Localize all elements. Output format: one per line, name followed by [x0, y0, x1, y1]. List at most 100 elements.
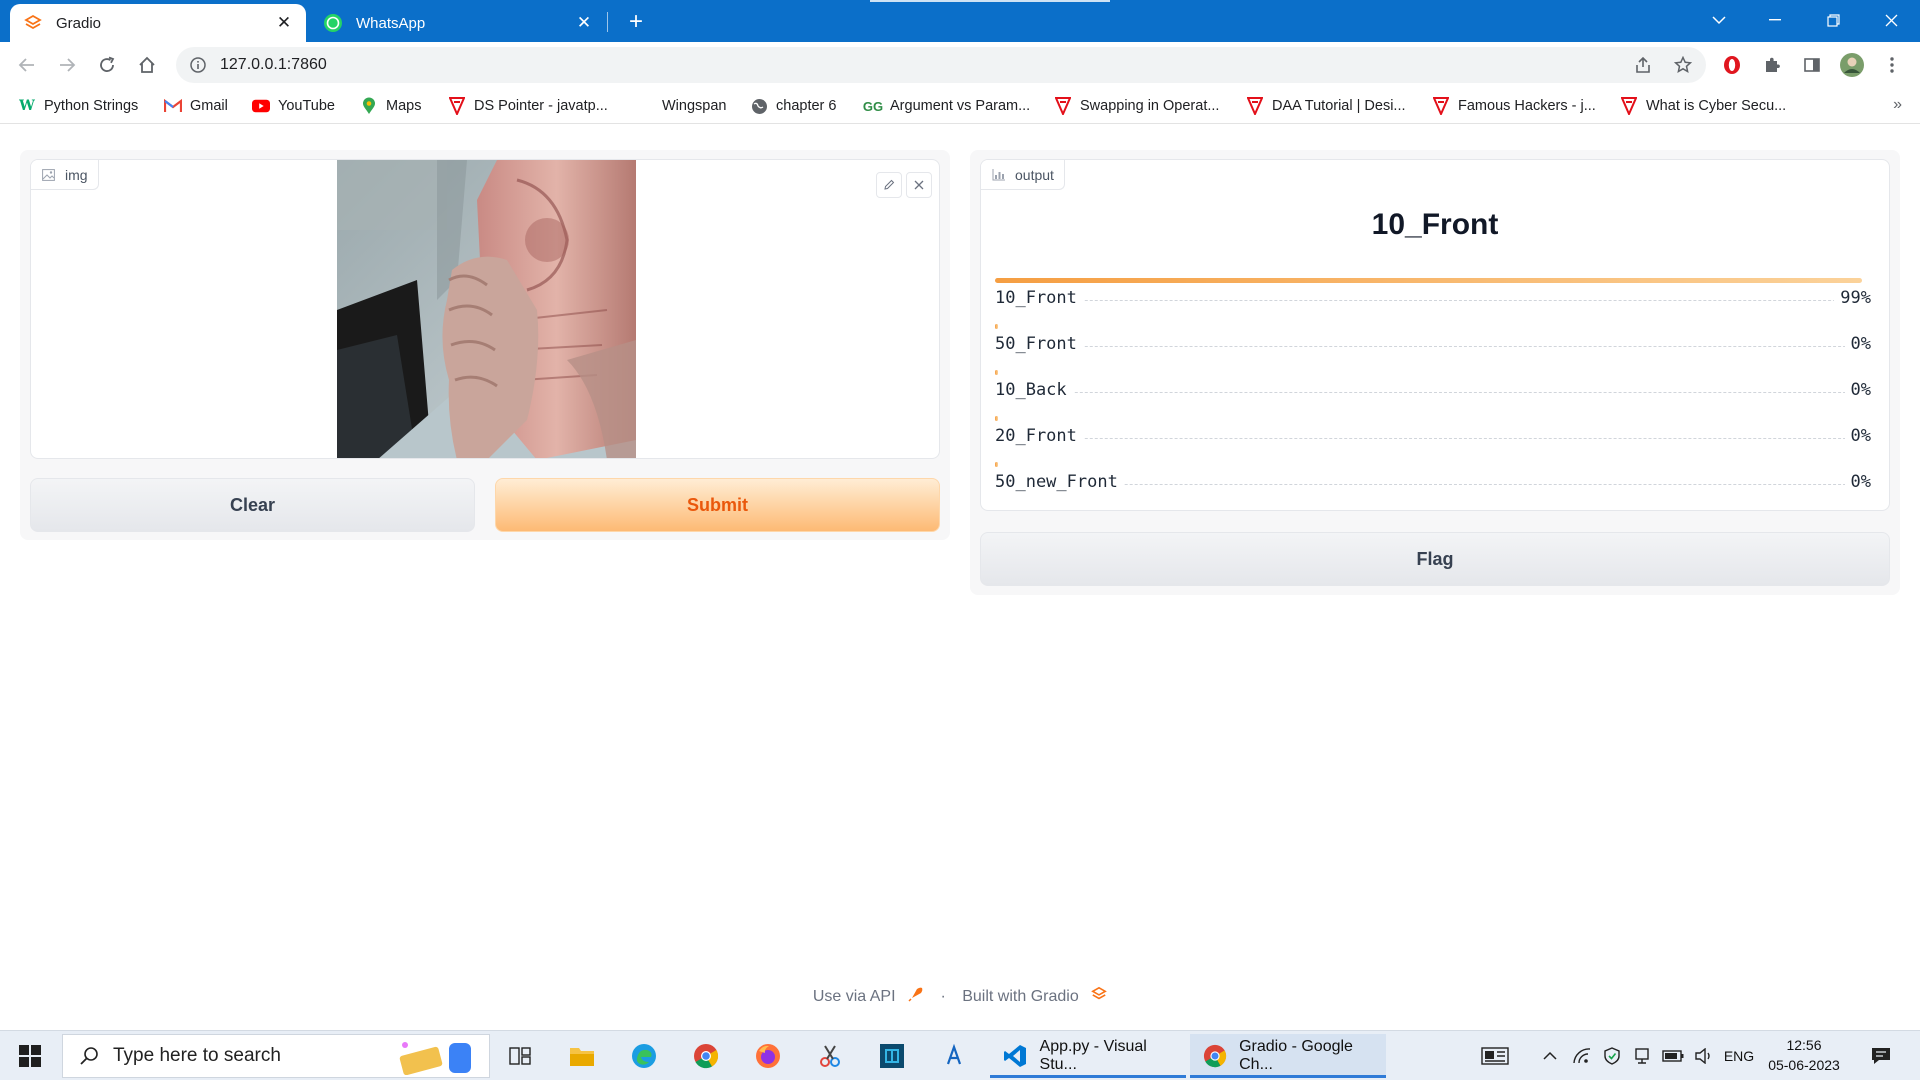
image-icon [41, 168, 55, 182]
address-bar[interactable]: 127.0.0.1:7860 [176, 47, 1706, 83]
taskbar-app-label: Gradio - Google Ch... [1239, 1038, 1353, 1073]
bookmark-ds-pointer[interactable]: DS Pointer - javatp... [448, 94, 608, 118]
bar-chart-icon [991, 168, 1005, 182]
clear-button[interactable]: Clear [30, 478, 475, 532]
file-explorer-icon[interactable] [566, 1040, 598, 1072]
forward-icon[interactable] [52, 50, 82, 80]
taskbar-app-vscode[interactable]: App.py - Visual Stu... [990, 1034, 1186, 1078]
device-icon[interactable] [1630, 1044, 1654, 1068]
clear-image-icon[interactable] [906, 172, 932, 198]
bookmark-gmail[interactable]: Gmail [164, 94, 228, 118]
tab-gradio[interactable]: Gradio ✕ [10, 4, 306, 42]
firefox-icon[interactable] [752, 1040, 784, 1072]
label-output-block: output 10_Front 10_Front 99% 50_Front 0% 10_… [980, 159, 1890, 511]
vscode-icon [1002, 1043, 1028, 1069]
taskbar-clock[interactable]: 12:56 05-06-2023 [1760, 1035, 1848, 1075]
edge-icon[interactable] [628, 1040, 660, 1072]
close-window-icon[interactable] [1868, 0, 1914, 40]
clock-date: 05-06-2023 [1768, 1057, 1840, 1073]
edit-image-icon[interactable] [876, 172, 902, 198]
bookmark-label: Famous Hackers - j... [1458, 98, 1596, 114]
bookmark-label: DAA Tutorial | Desi... [1272, 98, 1406, 114]
bookmark-label: Gmail [190, 98, 228, 114]
opera-extension-icon[interactable] [1717, 50, 1747, 80]
bookmarks-bar: W Python Strings Gmail YouTube Maps DS P… [0, 88, 1920, 124]
bookmark-star-icon[interactable] [1668, 50, 1698, 80]
chrome-icon[interactable] [690, 1040, 722, 1072]
restore-icon[interactable] [1810, 0, 1856, 40]
minimize-icon[interactable] [1752, 0, 1798, 40]
running-indicator [990, 1075, 1186, 1078]
show-hidden-icons-icon[interactable] [1538, 1044, 1562, 1068]
back-icon[interactable] [12, 50, 42, 80]
bookmark-daa-tutorial[interactable]: DAA Tutorial | Desi... [1246, 94, 1406, 118]
bookmark-label: Maps [386, 98, 422, 114]
bookmark-wingspan[interactable]: Wingspan [636, 94, 726, 118]
bookmark-swapping[interactable]: Swapping in Operat... [1054, 94, 1219, 118]
whatsapp-icon [322, 12, 344, 34]
accessibility-app-icon[interactable] [938, 1040, 970, 1072]
reload-icon[interactable] [92, 50, 122, 80]
geeksforgeeks-icon: GG [862, 98, 884, 114]
chrome-icon [1202, 1043, 1227, 1069]
tab-search-icon[interactable] [1696, 0, 1742, 40]
bookmark-label: What is Cyber Secu... [1646, 98, 1787, 114]
battery-icon[interactable] [1660, 1044, 1686, 1068]
confidence-value: 0% [1844, 334, 1871, 354]
security-shield-icon[interactable] [1600, 1044, 1624, 1068]
tab-title: WhatsApp [356, 14, 426, 32]
new-tab-button[interactable]: + [622, 8, 650, 36]
wifi-icon[interactable] [1570, 1044, 1594, 1068]
windows-start-icon[interactable] [10, 1039, 50, 1073]
notifications-icon[interactable] [1864, 1044, 1898, 1068]
news-widget-icon[interactable] [1478, 1044, 1512, 1068]
close-tab-icon[interactable]: ✕ [574, 13, 594, 33]
visual-studio-icon[interactable] [876, 1040, 908, 1072]
gradio-logo-icon [22, 12, 44, 34]
javatpoint-icon [1246, 97, 1264, 115]
confidence-value: 0% [1844, 426, 1871, 446]
close-tab-icon[interactable]: ✕ [274, 13, 294, 33]
bookmark-argument-vs-param[interactable]: GG Argument vs Param... [862, 94, 1031, 118]
image-input-block[interactable]: img [30, 159, 940, 459]
taskbar-app-label: App.py - Visual Stu... [1039, 1038, 1147, 1073]
snipping-tool-icon[interactable] [814, 1040, 846, 1072]
url-text: 127.0.0.1:7860 [220, 56, 327, 73]
windows-taskbar: Type here to search App.py - Visual Stu.… [0, 1030, 1920, 1080]
more-bookmarks-button[interactable]: » [1893, 96, 1902, 114]
flag-button[interactable]: Flag [980, 532, 1890, 586]
taskbar-search-box[interactable]: Type here to search [62, 1034, 490, 1078]
chrome-menu-icon[interactable] [1877, 50, 1907, 80]
bookmark-youtube[interactable]: YouTube [252, 94, 335, 118]
tab-whatsapp[interactable]: WhatsApp ✕ [310, 4, 606, 42]
volume-icon[interactable] [1692, 1044, 1716, 1068]
built-with-gradio-link[interactable]: Built with Gradio [962, 988, 1079, 1006]
tab-separator [607, 12, 608, 32]
share-icon[interactable] [1628, 50, 1658, 80]
confidence-bar [995, 278, 1863, 283]
w3schools-icon: W [19, 98, 35, 114]
bookmark-famous-hackers[interactable]: Famous Hackers - j... [1432, 94, 1596, 118]
side-panel-icon[interactable] [1797, 50, 1827, 80]
home-icon[interactable] [132, 50, 162, 80]
search-highlight-illustration [391, 1037, 487, 1076]
task-view-icon[interactable] [504, 1040, 536, 1072]
taskbar-app-chrome[interactable]: Gradio - Google Ch... [1190, 1034, 1386, 1078]
bookmark-label: Argument vs Param... [890, 98, 1031, 114]
bookmark-label: Swapping in Operat... [1080, 98, 1220, 114]
bookmark-maps[interactable]: Maps [360, 94, 421, 118]
confidence-row: 10_Front 99% [995, 278, 1871, 318]
extensions-puzzle-icon[interactable] [1757, 50, 1787, 80]
bookmark-python-strings[interactable]: W Python Strings [18, 94, 138, 118]
site-info-icon[interactable] [188, 55, 208, 75]
submit-button[interactable]: Submit [495, 478, 940, 532]
profile-avatar[interactable] [1837, 50, 1867, 80]
bookmark-chapter-6[interactable]: chapter 6 [750, 94, 836, 118]
confidence-bar [995, 416, 998, 421]
input-language-indicator[interactable]: ENG [1722, 1044, 1756, 1068]
use-via-api-link[interactable]: Use via API [813, 988, 896, 1006]
bookmark-cyber-security[interactable]: What is Cyber Secu... [1620, 94, 1786, 118]
confidence-leader-line [995, 484, 1871, 485]
confidence-label: 10_Front [995, 288, 1083, 308]
confidence-bar [995, 324, 998, 329]
